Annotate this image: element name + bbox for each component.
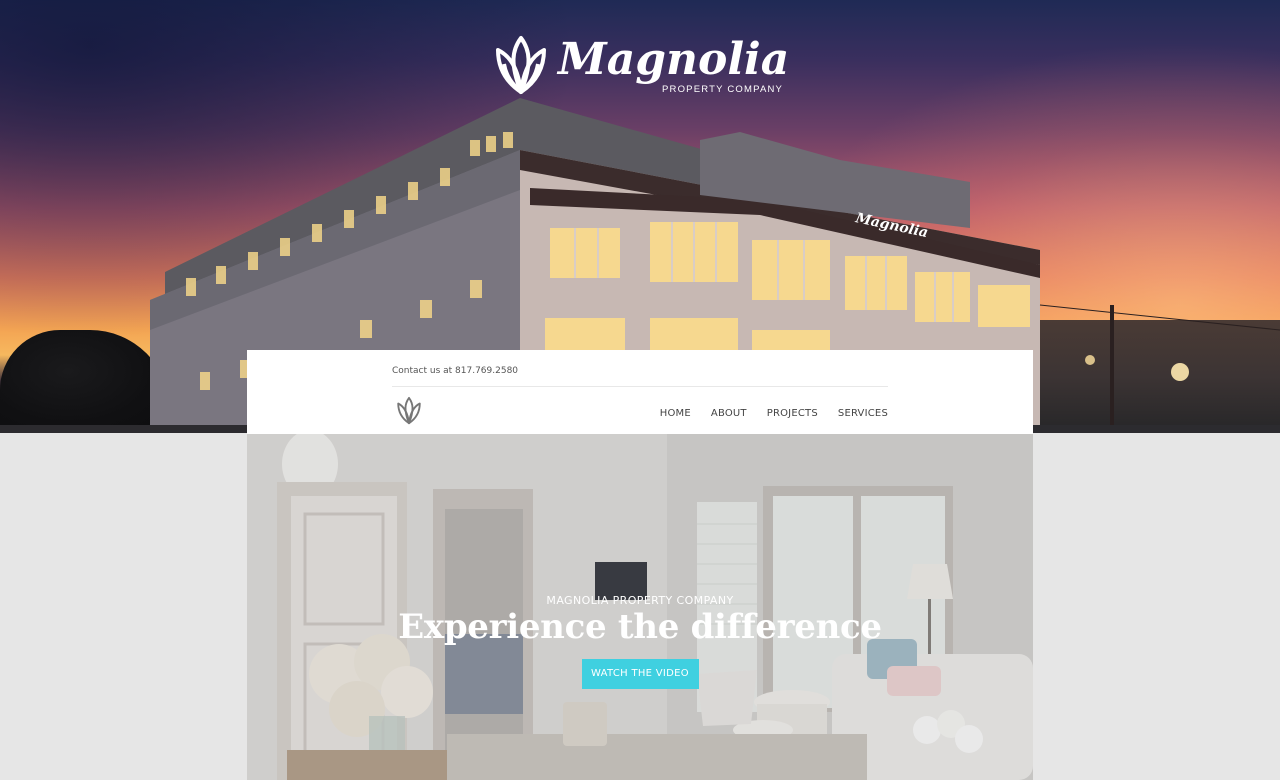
- brand-tagline: PROPERTY COMPANY: [662, 84, 784, 95]
- nav-projects[interactable]: PROJECTS: [767, 408, 818, 419]
- header-logo-icon[interactable]: [393, 396, 425, 426]
- main-nav: HOME ABOUT PROJECTS SERVICES: [660, 408, 888, 419]
- nav-home[interactable]: HOME: [660, 408, 691, 419]
- hero-copy: MAGNOLIA PROPERTY COMPANY Experience the…: [247, 594, 1033, 689]
- nav-about[interactable]: ABOUT: [711, 408, 747, 419]
- hero-headline: Experience the difference: [398, 607, 882, 647]
- brand-wordmark: Magnolia PROPERTY COMPANY: [558, 34, 790, 95]
- interior-hero: MAGNOLIA PROPERTY COMPANY Experience the…: [247, 434, 1033, 780]
- nav-services[interactable]: SERVICES: [838, 408, 888, 419]
- hero-eyebrow: MAGNOLIA PROPERTY COMPANY: [546, 594, 734, 607]
- contact-phone[interactable]: Contact us at 817.769.2580: [392, 366, 518, 376]
- brand-name: Magnolia: [558, 34, 790, 85]
- watch-video-button[interactable]: WATCH THE VIDEO: [581, 659, 699, 689]
- brand-logo[interactable]: Magnolia PROPERTY COMPANY: [490, 34, 790, 104]
- site-header: Contact us at 817.769.2580 HOME ABOUT PR…: [247, 350, 1033, 434]
- header-divider: [392, 386, 888, 387]
- magnolia-lotus-icon: [496, 36, 546, 94]
